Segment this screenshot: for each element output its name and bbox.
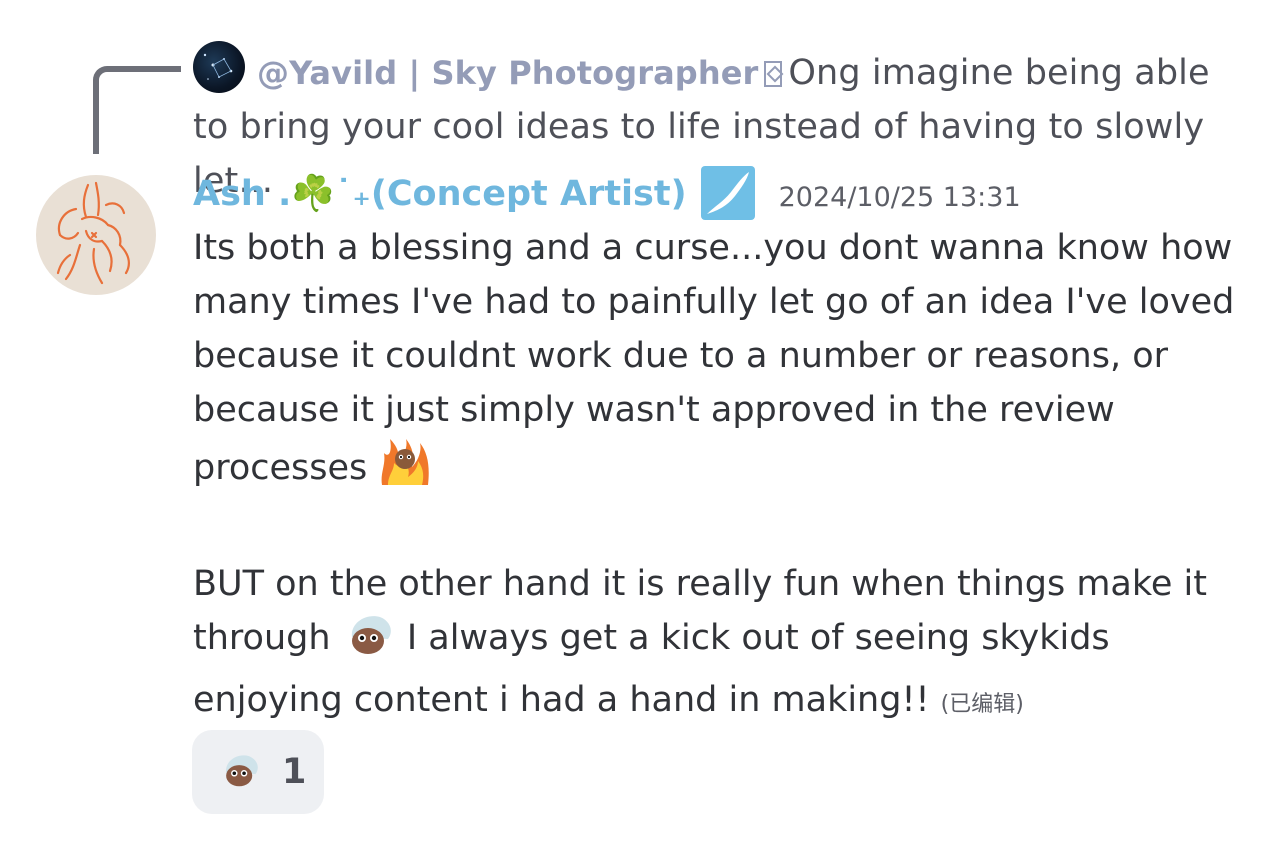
reply-connector-line — [93, 66, 181, 154]
author-avatar[interactable] — [36, 175, 156, 295]
reply-author-name[interactable]: @Yavild | Sky Photographer — [257, 54, 758, 92]
skykid-emoji — [342, 611, 396, 673]
message-paragraph: Its both a blessing and a curse...you do… — [193, 221, 1253, 503]
character-sketch-icon — [56, 181, 130, 285]
diamond-badge-icon — [764, 61, 783, 87]
edited-label: (已编辑) — [940, 692, 1024, 717]
reaction-button[interactable]: 1 — [192, 730, 324, 814]
message-text: Its both a blessing and a curse...you do… — [193, 228, 1235, 488]
brush-icon — [706, 172, 749, 214]
reaction-count: 1 — [282, 752, 307, 792]
brush-role-icon[interactable] — [700, 166, 755, 220]
message-author-name[interactable]: Ash .☘️˙₊(Concept Artist) — [193, 173, 687, 214]
skykid-emoji — [218, 751, 262, 793]
message-header: Ash .☘️˙₊(Concept Artist) 2024/10/25 13:… — [193, 163, 1021, 223]
message-paragraph: BUT on the other hand it is really fun w… — [193, 557, 1253, 732]
fire-character-emoji — [378, 437, 432, 503]
message-timestamp: 2024/10/25 13:31 — [778, 181, 1021, 213]
message-content: Its both a blessing and a curse...you do… — [193, 221, 1253, 732]
